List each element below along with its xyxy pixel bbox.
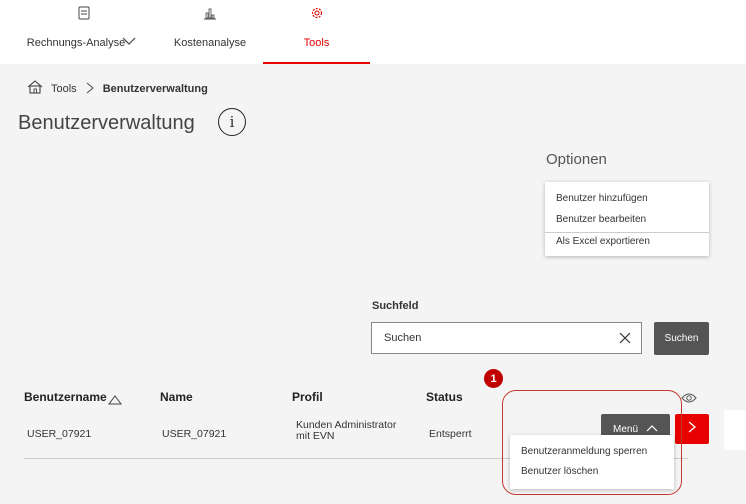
search-input-value: Suchen: [384, 332, 422, 344]
gear-icon: [310, 6, 324, 23]
cell-profile: Kunden Administrator mit EVN: [296, 419, 397, 442]
search-input[interactable]: Suchen: [371, 322, 642, 354]
nav-tab-tools[interactable]: Tools: [263, 0, 370, 64]
chevron-down-icon: [122, 36, 136, 49]
menu-item-add-user[interactable]: Benutzer hinzufügen: [556, 193, 648, 204]
eye-icon[interactable]: [681, 391, 697, 409]
breadcrumb-current: Benutzerverwaltung: [102, 82, 208, 95]
info-icon[interactable]: i: [218, 108, 246, 136]
cell-status: Entsperrt: [429, 428, 472, 440]
nav-tab-rechnungs-analyse[interactable]: Rechnungs-Analyse: [22, 0, 146, 64]
annotation-badge: 1: [484, 369, 503, 388]
cell-name: USER_07921: [162, 428, 227, 440]
menu-divider: [545, 232, 709, 233]
breadcrumb: Tools Benutzerverwaltung: [27, 80, 208, 97]
document-icon: [78, 6, 90, 23]
menu-item-export-excel[interactable]: Als Excel exportieren: [556, 236, 650, 247]
search-label: Suchfeld: [372, 300, 419, 312]
row-background: [724, 410, 746, 450]
page-title: Benutzerverwaltung: [18, 112, 195, 134]
bar-chart-icon: [203, 6, 217, 23]
sort-asc-icon[interactable]: [108, 392, 122, 410]
info-glyph: i: [229, 113, 235, 131]
cell-username: USER_07921: [27, 428, 92, 440]
chevron-right-icon: [85, 81, 95, 97]
annotation-highlight: [502, 390, 682, 495]
top-navigation: Rechnungs-Analyse Kostenanalyse Tools: [0, 0, 746, 64]
nav-tab-label: Kostenanalyse: [173, 37, 247, 49]
active-tab-indicator: [263, 62, 370, 64]
nav-tab-label: Tools: [303, 37, 330, 49]
home-icon[interactable]: [27, 80, 43, 97]
options-menu: Benutzer hinzufügen Benutzer bearbeiten …: [545, 182, 709, 256]
column-header-status: Status: [426, 390, 463, 404]
column-header-username[interactable]: Benutzername: [24, 390, 107, 404]
close-icon[interactable]: [619, 329, 631, 349]
menu-item-edit-user[interactable]: Benutzer bearbeiten: [556, 214, 646, 225]
nav-tab-label: Rechnungs-Analyse: [26, 37, 126, 49]
search-button[interactable]: Suchen: [654, 322, 709, 355]
breadcrumb-link-tools[interactable]: Tools: [51, 83, 77, 95]
nav-tab-kostenanalyse[interactable]: Kostenanalyse: [160, 0, 260, 64]
options-title[interactable]: Optionen: [546, 151, 607, 168]
column-header-profile: Profil: [292, 390, 323, 404]
column-header-name: Name: [160, 390, 193, 404]
chevron-right-icon: [688, 420, 697, 438]
